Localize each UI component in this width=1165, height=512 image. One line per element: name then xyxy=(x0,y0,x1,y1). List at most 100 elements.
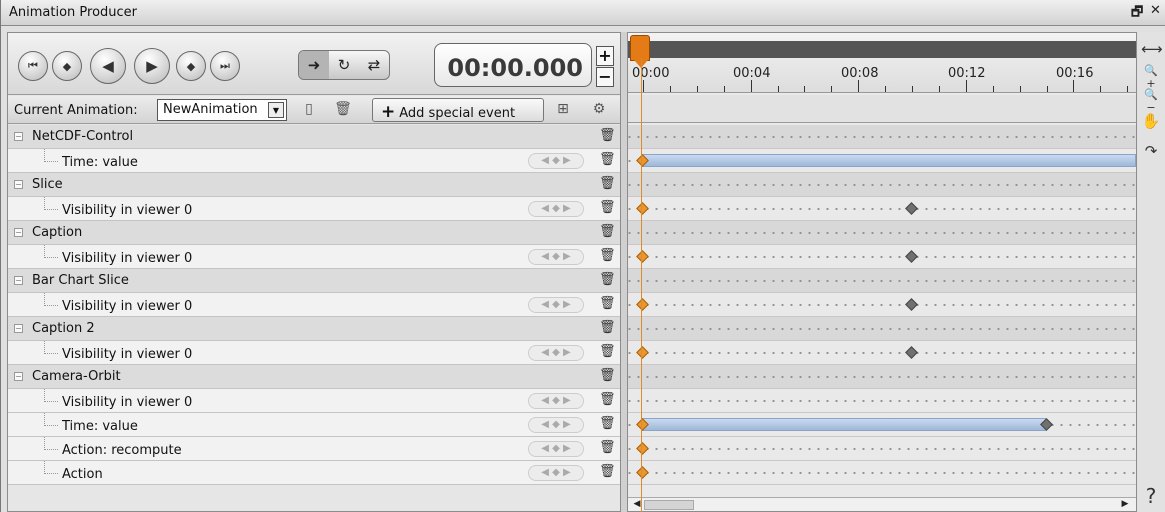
jump-start-button[interactable]: ⏮ xyxy=(18,51,48,81)
property-row[interactable]: Action: recompute ◀ ◆ ▶ 🗑 xyxy=(8,437,620,461)
collapse-icon[interactable]: − xyxy=(14,372,23,381)
trash-icon[interactable]: 🗑 xyxy=(599,392,616,409)
close-icon[interactable]: ✕ xyxy=(1150,3,1161,18)
keyframe-marker[interactable] xyxy=(636,250,649,263)
scroll-thumb[interactable] xyxy=(644,500,694,510)
trash-icon[interactable]: 🗑 xyxy=(599,176,616,193)
trash-icon[interactable]: 🗑 xyxy=(599,440,616,457)
property-row[interactable]: Time: value ◀ ◆ ▶ 🗑 xyxy=(8,149,620,173)
prev-key-button[interactable]: ◆ xyxy=(52,51,82,81)
keyframe-marker[interactable] xyxy=(636,442,649,455)
horizontal-scrollbar[interactable]: ◀ ▶ xyxy=(628,497,1136,511)
timeline-track-row[interactable] xyxy=(628,125,1136,149)
timeline-track-row[interactable] xyxy=(628,221,1136,245)
zoom-in-icon[interactable]: 🔍+ xyxy=(1141,64,1161,90)
time-increment-button[interactable]: + xyxy=(596,46,614,66)
time-ruler[interactable]: 00:00 00:04 00:08 00:12 00:16 xyxy=(628,33,1136,93)
fit-width-icon[interactable]: ⟷ xyxy=(1141,40,1163,60)
trash-icon[interactable]: 🗑 xyxy=(599,272,616,289)
property-row[interactable]: Visibility in viewer 0 ◀ ◆ ▶ 🗑 xyxy=(8,197,620,221)
key-navigator[interactable]: ◀ ◆ ▶ xyxy=(528,441,584,457)
keyframe-marker[interactable] xyxy=(636,298,649,311)
delete-animation-icon[interactable]: 🗑 xyxy=(334,101,352,119)
track-row[interactable]: − Caption 🗑 xyxy=(8,221,620,245)
insert-frame-icon[interactable]: ⊞ xyxy=(554,101,572,119)
timeline-property-row[interactable] xyxy=(628,197,1136,221)
trash-icon[interactable]: 🗑 xyxy=(599,368,616,385)
track-row[interactable]: − Bar Chart Slice 🗑 xyxy=(8,269,620,293)
timeline-track-row[interactable] xyxy=(628,173,1136,197)
trash-icon[interactable]: 🗑 xyxy=(599,248,616,265)
keyframe-marker[interactable] xyxy=(905,202,918,215)
add-special-event-button[interactable]: + Add special event xyxy=(372,98,544,122)
time-display[interactable]: 00:00.000 xyxy=(434,43,592,87)
key-navigator[interactable]: ◀ ◆ ▶ xyxy=(528,465,584,481)
timeline-track-row[interactable] xyxy=(628,317,1136,341)
keyframe-marker[interactable] xyxy=(636,466,649,479)
collapse-icon[interactable]: − xyxy=(14,132,23,141)
collapse-icon[interactable]: − xyxy=(14,228,23,237)
play-once-icon[interactable]: ➜ xyxy=(299,51,329,79)
help-icon[interactable]: ? xyxy=(1141,484,1161,508)
timeline-property-row[interactable] xyxy=(628,461,1136,485)
trash-icon[interactable]: 🗑 xyxy=(599,152,616,169)
interpolation-segment[interactable] xyxy=(642,154,1136,167)
hand-icon[interactable]: ✋ xyxy=(1141,112,1161,132)
keyframe-marker[interactable] xyxy=(636,202,649,215)
animation-select[interactable]: NewAnimation ▼ xyxy=(157,99,287,121)
track-row[interactable]: − NetCDF-Control 🗑 xyxy=(8,125,620,149)
key-navigator[interactable]: ◀ ◆ ▶ xyxy=(528,249,584,265)
new-animation-icon[interactable]: ▯ xyxy=(300,101,318,119)
property-row[interactable]: Time: value ◀ ◆ ▶ 🗑 xyxy=(8,413,620,437)
collapse-icon[interactable]: − xyxy=(14,276,23,285)
trash-icon[interactable]: 🗑 xyxy=(599,344,616,361)
keyframe-marker[interactable] xyxy=(905,298,918,311)
trash-icon[interactable]: 🗑 xyxy=(599,296,616,313)
timeline-track-row[interactable] xyxy=(628,365,1136,389)
chevron-down-icon[interactable]: ▼ xyxy=(268,102,284,118)
step-back-button[interactable]: ◀ xyxy=(90,48,126,84)
swing-icon[interactable]: ⇄ xyxy=(359,51,389,79)
key-navigator[interactable]: ◀ ◆ ▶ xyxy=(528,297,584,313)
time-decrement-button[interactable]: − xyxy=(596,67,614,87)
key-navigator[interactable]: ◀ ◆ ▶ xyxy=(528,345,584,361)
interpolation-segment[interactable] xyxy=(642,418,1046,431)
timeline-property-row[interactable] xyxy=(628,389,1136,413)
trash-icon[interactable]: 🗑 xyxy=(599,416,616,433)
keyframe-marker[interactable] xyxy=(905,250,918,263)
play-button[interactable]: ▶ xyxy=(134,48,170,84)
trash-icon[interactable]: 🗑 xyxy=(599,464,616,481)
timeline-property-row[interactable] xyxy=(628,293,1136,317)
property-row[interactable]: Visibility in viewer 0 ◀ ◆ ▶ 🗑 xyxy=(8,389,620,413)
float-icon[interactable]: 🗗 xyxy=(1131,3,1143,25)
keyframe-marker[interactable] xyxy=(636,346,649,359)
track-row[interactable]: − Camera-Orbit 🗑 xyxy=(8,365,620,389)
trash-icon[interactable]: 🗑 xyxy=(599,320,616,337)
timeline-property-row[interactable] xyxy=(628,149,1136,173)
redo-icon[interactable]: ↷ xyxy=(1141,142,1161,162)
trash-icon[interactable]: 🗑 xyxy=(599,128,616,145)
zoom-out-icon[interactable]: 🔍− xyxy=(1141,88,1161,114)
property-row[interactable]: Visibility in viewer 0 ◀ ◆ ▶ 🗑 xyxy=(8,245,620,269)
key-navigator[interactable]: ◀ ◆ ▶ xyxy=(528,153,584,169)
collapse-icon[interactable]: − xyxy=(14,324,23,333)
gear-icon[interactable]: ⚙ xyxy=(590,101,608,119)
time-slider-handle[interactable] xyxy=(630,35,650,68)
timeline-property-row[interactable] xyxy=(628,413,1136,437)
collapse-icon[interactable]: − xyxy=(14,180,23,189)
track-row[interactable]: − Caption 2 🗑 xyxy=(8,317,620,341)
timeline-property-row[interactable] xyxy=(628,341,1136,365)
loop-icon[interactable]: ↻ xyxy=(329,51,359,79)
timeline-track-row[interactable] xyxy=(628,269,1136,293)
key-navigator[interactable]: ◀ ◆ ▶ xyxy=(528,201,584,217)
keyframe-marker[interactable] xyxy=(905,346,918,359)
key-navigator[interactable]: ◀ ◆ ▶ xyxy=(528,393,584,409)
jump-end-button[interactable]: ⏭ xyxy=(210,51,240,81)
timeline-property-row[interactable] xyxy=(628,437,1136,461)
key-navigator[interactable]: ◀ ◆ ▶ xyxy=(528,417,584,433)
timeline-property-row[interactable] xyxy=(628,245,1136,269)
track-row[interactable]: − Slice 🗑 xyxy=(8,173,620,197)
trash-icon[interactable]: 🗑 xyxy=(599,224,616,241)
next-key-button[interactable]: ◆ xyxy=(176,51,206,81)
scroll-right-icon[interactable]: ▶ xyxy=(1118,498,1132,512)
